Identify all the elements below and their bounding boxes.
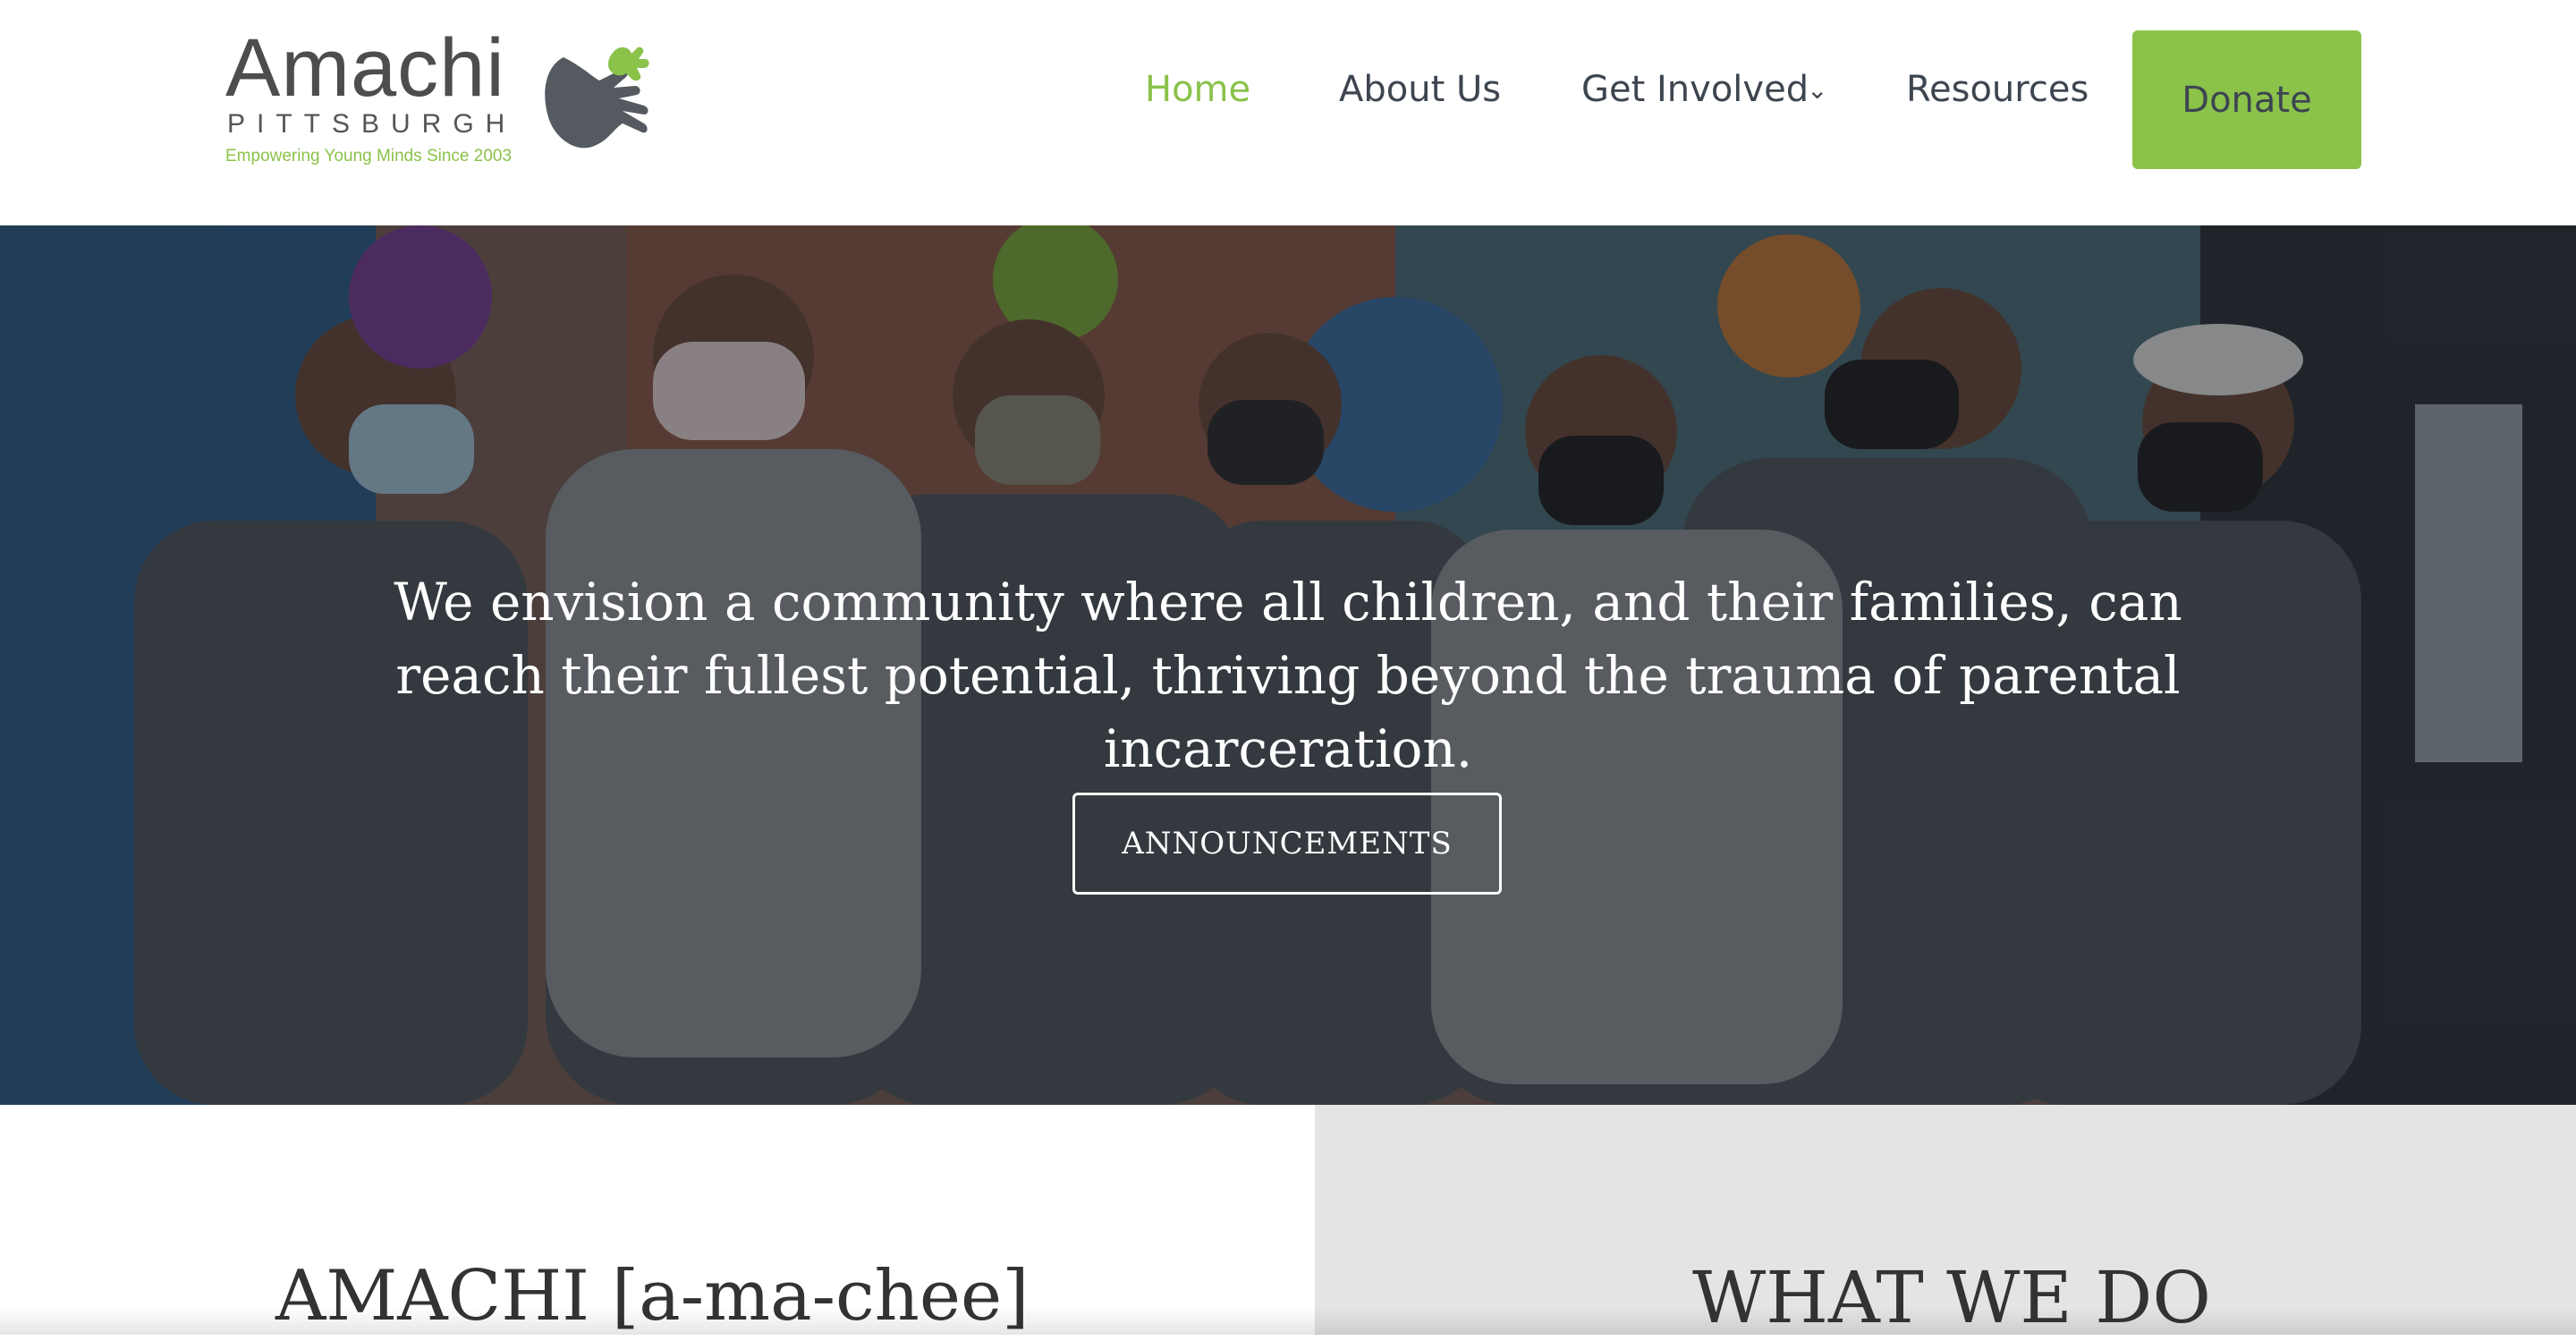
nav-home[interactable]: Home [1145, 70, 1250, 109]
hero-banner: We envision a community where all childr… [0, 225, 2576, 1105]
site-header: Amachi PITTSBURGH Empowering Young Minds… [0, 0, 2576, 225]
amachi-section: AMACHI [a-ma-chee] [0, 1105, 1315, 1337]
nav-about-us[interactable]: About Us [1339, 70, 1501, 109]
hero-vision-statement: We envision a community where all childr… [215, 565, 2361, 785]
nav-resources[interactable]: Resources [1906, 70, 2089, 109]
main-nav: Home About Us Get Involved ⌄ Resources D… [0, 0, 2576, 197]
donate-button[interactable]: Donate [2132, 30, 2361, 169]
hero-line-1: We envision a community where all childr… [394, 572, 2182, 632]
chevron-down-icon[interactable]: ⌄ [1807, 75, 1827, 105]
hero-line-2: reach their fullest potential, thriving … [395, 645, 2181, 779]
nav-get-involved[interactable]: Get Involved [1581, 70, 1809, 109]
window-bottom-shadow [0, 1308, 2576, 1335]
what-we-do-section: WHAT WE DO [1315, 1105, 2576, 1339]
announcements-button[interactable]: ANNOUNCEMENTS [1072, 793, 1502, 895]
